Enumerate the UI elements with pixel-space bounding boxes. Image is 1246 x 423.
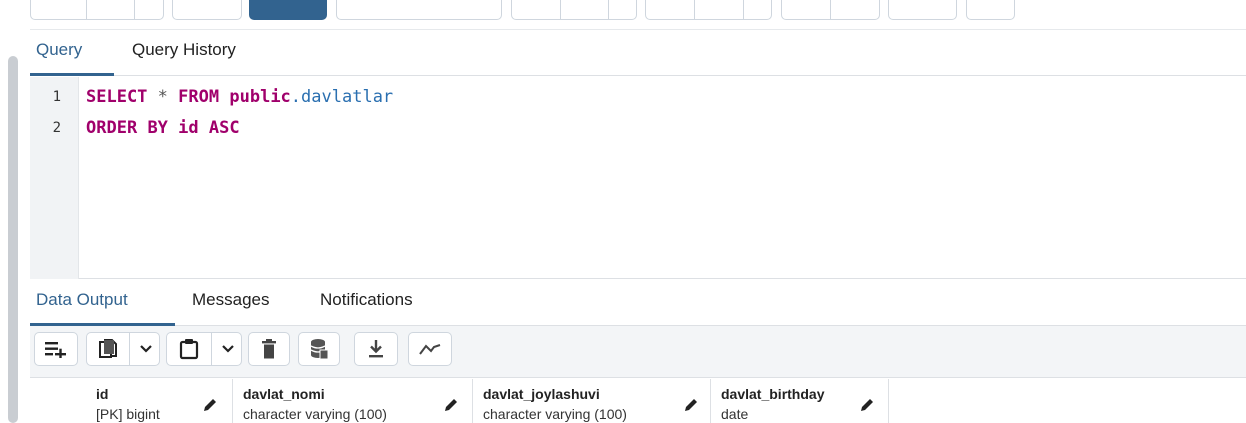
sql-schema: public [229,87,291,107]
toolbar-button-group[interactable] [30,0,164,20]
sql-column: id [178,118,199,138]
pencil-icon[interactable] [443,397,459,413]
vertical-scrollbar[interactable] [8,56,18,423]
toolbar-divider [830,0,831,20]
left-panel-edge [0,0,18,423]
column-header[interactable]: davlat_joylashuvi character varying (100… [473,379,711,423]
copy-button-group[interactable] [86,332,160,366]
column-type: character varying (100) [243,406,387,422]
sql-keyword: BY [147,118,168,138]
column-header[interactable]: davlat_birthday date [711,379,889,423]
column-name: davlat_birthday [721,386,825,402]
add-row-icon [45,342,66,358]
code-line-2[interactable]: ORDER BY id ASC [86,118,240,138]
save-data-icon [310,339,329,360]
execute-button[interactable] [249,0,327,20]
query-tool-toolbar [30,0,1246,22]
chevron-down-icon [139,345,152,353]
tab-query-history[interactable]: Query History [132,40,236,60]
pencil-icon[interactable] [859,397,875,413]
toolbar-button[interactable] [966,0,1015,20]
sql-operator: * [157,87,168,107]
toolbar-divider [608,0,609,20]
sql-keyword: SELECT [86,87,148,107]
column-header[interactable]: davlat_nomi character varying (100) [233,379,473,423]
column-name: davlat_nomi [243,386,325,402]
sql-keyword: FROM [178,87,220,107]
download-icon [369,340,383,358]
copy-button[interactable] [87,333,129,365]
line-number-gutter: 1 2 [30,77,79,279]
save-data-button[interactable] [298,332,340,366]
copy-options-dropdown[interactable] [129,333,161,365]
column-name: id [96,386,109,402]
tab-data-output[interactable]: Data Output [36,290,128,310]
pencil-icon[interactable] [683,397,699,413]
sql-keyword: ORDER [86,118,138,138]
column-header[interactable]: id [PK] bigint [86,379,233,423]
toolbar-button-group[interactable] [511,0,637,20]
copy-icon [99,339,117,358]
toolbar-divider [86,0,87,20]
download-button[interactable] [354,332,398,366]
data-grid-header: id [PK] bigint davlat_nomi character var… [30,379,1246,423]
toolbar-divider [743,0,744,20]
sql-table-name: davlatlar [301,87,394,107]
paste-icon [179,339,199,360]
tab-messages[interactable]: Messages [192,290,269,310]
sql-editor[interactable]: 1 2 SELECT * FROM public.davlatlar ORDER… [30,77,1246,279]
chevron-down-icon [221,345,234,353]
add-row-button[interactable] [34,332,78,366]
column-type: character varying (100) [483,406,627,422]
toolbar-dropdown[interactable] [336,0,502,20]
delete-button[interactable] [248,332,290,366]
row-number-header [30,379,86,423]
result-tabs: Data Output Messages Notifications [30,280,1246,326]
column-type: date [721,406,749,422]
sql-dot: . [290,87,302,107]
pencil-icon[interactable] [202,397,218,413]
paste-options-dropdown[interactable] [211,333,243,365]
tab-notifications[interactable]: Notifications [320,290,413,310]
toolbar-divider [560,0,561,20]
tab-query[interactable]: Query [36,40,82,60]
graph-visualiser-button[interactable] [408,332,452,366]
toolbar-button[interactable] [888,0,957,20]
toolbar-button[interactable] [172,0,242,20]
sql-keyword: ASC [208,118,240,138]
graph-icon [419,344,441,355]
line-number: 2 [52,120,61,136]
toolbar-divider [134,0,135,20]
code-line-1[interactable]: SELECT * FROM public.davlatlar [86,87,393,107]
toolbar-button-group[interactable] [645,0,772,20]
paste-button[interactable] [167,333,211,365]
data-output-toolbar [30,326,1246,378]
paste-button-group[interactable] [166,332,242,366]
query-tabs: Query Query History [30,30,1246,76]
column-name: davlat_joylashuvi [483,386,600,402]
column-type: [PK] bigint [96,406,160,422]
toolbar-divider [694,0,695,20]
delete-icon [262,339,276,359]
line-number: 1 [52,89,61,105]
active-tab-indicator [30,73,114,76]
